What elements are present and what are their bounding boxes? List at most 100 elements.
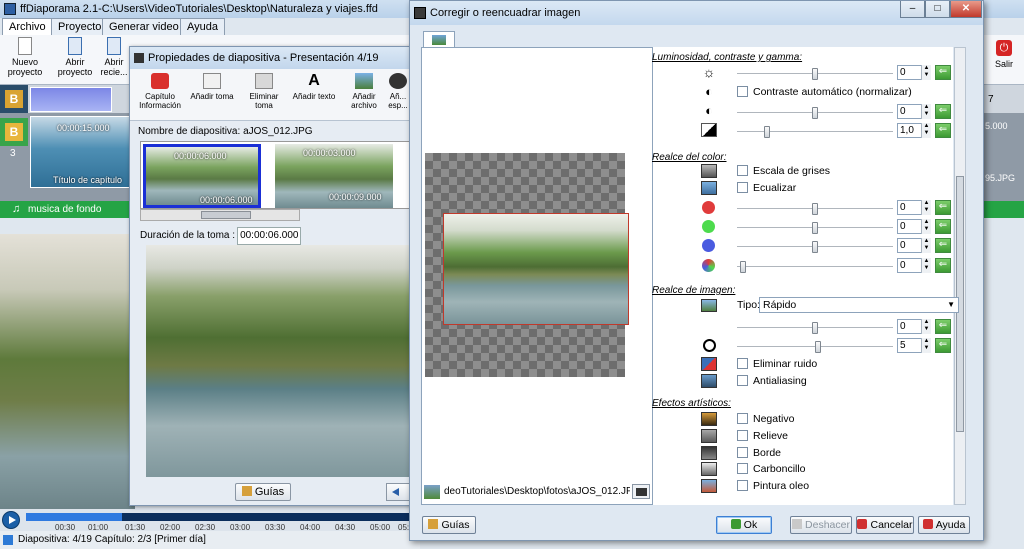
browse-folder-button[interactable] bbox=[632, 484, 650, 499]
reset-green-button[interactable]: ⇐ bbox=[935, 219, 951, 234]
back-button[interactable] bbox=[386, 483, 410, 501]
shot-list-scrollbar[interactable] bbox=[140, 209, 300, 221]
chapter-thumbnail[interactable]: 00:00:15.000 Título de capítulo bbox=[30, 116, 130, 188]
tab-archivo[interactable]: Archivo bbox=[2, 18, 53, 35]
sharpen-slider[interactable] bbox=[737, 322, 893, 334]
type-select[interactable]: Rápido ▼ bbox=[759, 297, 959, 313]
reset-radius-button[interactable]: ⇐ bbox=[935, 338, 951, 353]
grayscale-checkbox[interactable] bbox=[737, 165, 748, 176]
brightness-slider[interactable] bbox=[737, 68, 893, 80]
equalize-checkbox[interactable] bbox=[737, 182, 748, 193]
saturation-slider[interactable] bbox=[737, 261, 893, 273]
tab-ayuda[interactable]: Ayuda bbox=[180, 18, 225, 35]
settings-scrollbar[interactable] bbox=[954, 47, 966, 505]
blue-slider[interactable] bbox=[737, 241, 893, 253]
undo-button[interactable]: Deshacer bbox=[790, 516, 852, 534]
spin-arrows[interactable]: ▲ ▼ bbox=[921, 338, 931, 353]
green-slider[interactable] bbox=[737, 222, 893, 234]
spin-arrows[interactable]: ▲ ▼ bbox=[921, 200, 931, 215]
guides-button[interactable]: Guías bbox=[235, 483, 291, 501]
ok-button[interactable]: Ok bbox=[716, 516, 772, 534]
saturation-row: 0 ▲ ▼ ⇐ bbox=[653, 258, 953, 274]
charcoal-checkbox[interactable] bbox=[737, 463, 748, 474]
slider-handle[interactable] bbox=[815, 341, 821, 353]
slider-handle[interactable] bbox=[740, 261, 746, 273]
shot-thumbnail[interactable]: 00:00:06.000 00:00:06.000 bbox=[143, 144, 261, 208]
slider-handle[interactable] bbox=[812, 107, 818, 119]
slider-handle[interactable] bbox=[764, 126, 770, 138]
radius-slider[interactable] bbox=[737, 341, 893, 353]
duration-input[interactable]: 00:00:06.000 bbox=[237, 227, 302, 245]
spin-arrows[interactable]: ▲ ▼ bbox=[921, 219, 931, 234]
add-text-button[interactable]: A Añadir texto bbox=[290, 73, 338, 102]
scrollbar-thumb[interactable] bbox=[201, 211, 251, 219]
reset-saturation-button[interactable]: ⇐ bbox=[935, 258, 951, 273]
guides-button[interactable]: Guías bbox=[422, 516, 476, 534]
help-button[interactable]: Ayuda bbox=[918, 516, 970, 534]
remove-shot-button[interactable]: Eliminar toma bbox=[240, 73, 288, 110]
chapter-info-button[interactable]: Capítulo Información bbox=[136, 73, 184, 110]
power-icon: ⏻ bbox=[996, 40, 1012, 56]
slide-name-input[interactable]: aJOS_012.JPG bbox=[243, 126, 312, 137]
spin-arrows[interactable]: ▲ ▼ bbox=[921, 65, 931, 80]
add-special-button[interactable]: Añ... esp... bbox=[386, 73, 410, 110]
red-slider[interactable] bbox=[737, 203, 893, 215]
timeline-number: 7 bbox=[988, 94, 994, 105]
gamma-row: 1,0 ▲ ▼ ⇐ bbox=[653, 123, 953, 139]
sharpen-row: 0 ▲ ▼ ⇐ bbox=[653, 319, 953, 335]
chapter-block[interactable] bbox=[30, 87, 112, 112]
noise-checkbox[interactable] bbox=[737, 358, 748, 369]
spin-arrows[interactable]: ▲ ▼ bbox=[921, 104, 931, 119]
edge-row: Borde bbox=[653, 446, 953, 462]
open-project-button[interactable]: Abrir proyecto bbox=[50, 37, 100, 77]
reset-brightness-button[interactable]: ⇐ bbox=[935, 65, 951, 80]
spin-arrows[interactable]: ▲ ▼ bbox=[921, 258, 931, 273]
auto-contrast-checkbox[interactable] bbox=[737, 86, 748, 97]
emboss-label: Relieve bbox=[753, 430, 789, 442]
reset-blue-button[interactable]: ⇐ bbox=[935, 238, 951, 253]
spin-arrows[interactable]: ▲ ▼ bbox=[921, 238, 931, 253]
antialias-checkbox[interactable] bbox=[737, 375, 748, 386]
shot-list[interactable]: 00:00:06.000 00:00:06.000 00:00:03.000 0… bbox=[140, 141, 410, 209]
add-file-button[interactable]: Añadir archivo bbox=[340, 73, 388, 110]
tab-generar-video[interactable]: Generar video bbox=[102, 18, 186, 35]
slider-handle[interactable] bbox=[812, 68, 818, 80]
slider-handle[interactable] bbox=[812, 203, 818, 215]
oil-paint-checkbox[interactable] bbox=[737, 480, 748, 491]
negative-row: Negativo bbox=[653, 412, 953, 428]
new-project-button[interactable]: Nuevo proyecto bbox=[0, 37, 50, 77]
reset-contrast-button[interactable]: ⇐ bbox=[935, 104, 951, 119]
gamma-slider[interactable] bbox=[737, 126, 893, 138]
emboss-checkbox[interactable] bbox=[737, 430, 748, 441]
slider-handle[interactable] bbox=[812, 322, 818, 334]
maximize-button[interactable]: □ bbox=[925, 1, 950, 18]
close-button[interactable]: ✕ bbox=[950, 1, 982, 18]
slider-handle[interactable] bbox=[812, 222, 818, 234]
edge-checkbox[interactable] bbox=[737, 447, 748, 458]
spin-arrows[interactable]: ▲ ▼ bbox=[921, 123, 931, 138]
reset-red-button[interactable]: ⇐ bbox=[935, 200, 951, 215]
contrast-slider[interactable] bbox=[737, 107, 893, 119]
brightness-row: ☼ 0 ▲ ▼ ⇐ bbox=[653, 65, 953, 81]
file-path-field[interactable]: deoTutoriales\Desktop\fotos\aJOS_012.JPG bbox=[444, 484, 630, 500]
cancel-button[interactable]: Cancelar bbox=[856, 516, 914, 534]
crop-frame[interactable] bbox=[443, 213, 629, 325]
open-recent-button[interactable]: Abrir recie... bbox=[100, 37, 128, 77]
slider-handle[interactable] bbox=[812, 241, 818, 253]
shot-preview-image[interactable] bbox=[146, 245, 410, 477]
add-shot-button[interactable]: Añadir toma bbox=[188, 73, 236, 101]
chevron-down-icon: ▼ bbox=[947, 300, 955, 309]
play-icon[interactable] bbox=[2, 511, 20, 529]
tab-proyecto[interactable]: Proyecto bbox=[51, 18, 109, 35]
spin-arrows[interactable]: ▲ ▼ bbox=[921, 319, 931, 334]
exit-button[interactable]: ⏻ Salir bbox=[984, 36, 1024, 78]
reset-sharpen-button[interactable]: ⇐ bbox=[935, 319, 951, 334]
green-row: 0 ▲ ▼ ⇐ bbox=[653, 219, 953, 235]
shot-thumbnail[interactable]: 00:00:03.000 00:00:09.000 bbox=[275, 144, 393, 208]
chapter-icon bbox=[151, 73, 169, 89]
reset-gamma-button[interactable]: ⇐ bbox=[935, 123, 951, 138]
equalize-label: Ecualizar bbox=[753, 182, 797, 194]
negative-checkbox[interactable] bbox=[737, 413, 748, 424]
image-tab[interactable] bbox=[423, 31, 455, 48]
minimize-button[interactable]: – bbox=[900, 1, 925, 18]
